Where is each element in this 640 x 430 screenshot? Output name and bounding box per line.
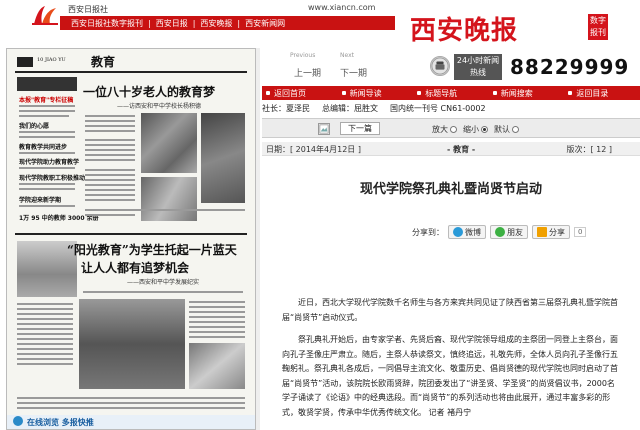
nav-title-guide[interactable]: 标题导航 xyxy=(413,88,489,99)
nav-back-home[interactable]: 返回首页 xyxy=(262,88,338,99)
thumb-photo xyxy=(141,177,197,221)
brand-banner: 西安晚报 数字报刊 xyxy=(398,4,628,46)
section-name: - 教育 - xyxy=(447,145,476,154)
font-small-radio[interactable] xyxy=(481,126,488,133)
thumb-headline-2: “阳光教育”为学生托起一片蓝天 xyxy=(67,243,237,257)
article-toolbar: 下一篇 放大 缩小 默认 xyxy=(262,118,640,138)
site-header: 西安日报社 www.xiancn.com 西安日报社数字报刊 | 西安日报 | … xyxy=(0,0,640,48)
share-bar: 分享到： 微博 朋友 分享 0 xyxy=(412,224,587,240)
issue-navigation: Previous Next 上一期 下一期 xyxy=(290,52,400,82)
article-body: 近日，西北大学现代学院数千名师生与各方来宾共同见证了陕西省第三届祭孔典礼暨学院首… xyxy=(282,296,622,428)
ad-text: 在线浏览 多报快推 xyxy=(27,418,94,427)
issn-text: 国内统一刊号 CN61-0002 xyxy=(390,104,486,113)
news-hotline: 24小时新闻热线 88229999 xyxy=(430,52,640,84)
article-paragraph: 祭孔典礼开始后，由专家学者、先贤后裔、现代学院领导组成的主祭团一同登上主祭台，面… xyxy=(282,335,618,417)
article-title: 现代学院祭孔典礼暨尚贤节启动 xyxy=(359,182,542,197)
issue-date: 日期：[ 2014年4月12日 ] xyxy=(266,145,361,154)
thumb-headline-1: 一位八十岁老人的教育梦 xyxy=(83,85,216,99)
nav-xian-daily[interactable]: 西安日报 xyxy=(151,18,193,29)
nav-xian-evening[interactable]: 西安晚报 xyxy=(195,18,237,29)
site-name: 西安日报社 xyxy=(68,5,108,14)
thumb-blurb: 现代学院助力教育教学 xyxy=(19,159,80,166)
friends-icon xyxy=(495,227,505,237)
thumb-photo xyxy=(141,113,197,173)
thumb-subhead-1: ——访西安和平中学校长杨积德 xyxy=(117,103,202,110)
nav-digital-newspapers[interactable]: 西安日报社数字报刊 xyxy=(66,18,148,29)
thumb-blurb: 现代学院教职工积极推动 xyxy=(19,175,86,182)
font-default-option[interactable]: 默认 xyxy=(494,124,519,135)
brand-title: 西安晚报 xyxy=(410,16,519,46)
ad-logo-icon xyxy=(13,416,23,426)
next-issue-link[interactable]: 下一期 xyxy=(340,66,367,79)
share-weibo-button[interactable]: 微博 xyxy=(448,225,486,239)
thumb-page-no: 10 JIAO YU xyxy=(37,57,66,63)
phone-icon xyxy=(430,56,450,76)
thumb-section: 教育 xyxy=(91,55,116,69)
top-nav: 西安日报社数字报刊 | 西安日报 | 西安晚报 | 西安新闻网 xyxy=(60,16,395,30)
thumb-bottom-ad: 在线浏览 多报快推 xyxy=(7,415,255,429)
nav-back-catalog[interactable]: 返回目录 xyxy=(564,88,640,99)
editor-text: 总编辑：屈胜文 xyxy=(322,104,378,113)
hotline-label: 24小时新闻热线 xyxy=(454,54,502,80)
site-url: www.xiancn.com xyxy=(308,3,376,12)
thumb-subhead-3: ——西安和平中学发展纪实 xyxy=(127,279,200,286)
page-number-block xyxy=(17,57,33,67)
nav-news-search[interactable]: 新闻搜索 xyxy=(489,88,565,99)
share-more-button[interactable]: 分享 xyxy=(532,225,570,239)
font-default-radio[interactable] xyxy=(512,126,519,133)
prev-small-label: Previous xyxy=(290,52,316,59)
share-count: 0 xyxy=(574,227,587,237)
next-article-button[interactable]: 下一篇 xyxy=(340,122,380,135)
thumb-photo xyxy=(189,343,245,389)
weibo-icon xyxy=(453,227,463,237)
newspaper-page-thumbnail[interactable]: 10 JIAO YU 教育 本报"教育"专栏征稿 我们的心愿 教育教学共同进步 … xyxy=(6,48,256,430)
edition-number: 版次：[ 12 ] xyxy=(566,145,612,154)
font-size-controls: 放大 缩小 默认 xyxy=(432,124,519,135)
thumb-photo xyxy=(79,299,185,389)
image-view-icon[interactable] xyxy=(318,123,330,135)
date-bar: 日期：[ 2014年4月12日 ] - 教育 - 版次：[ 12 ] xyxy=(262,142,640,156)
nav-news-guide[interactable]: 新闻导读 xyxy=(338,88,414,99)
article-paragraph: 近日，西北大学现代学院数千名师生与各方来宾共同见证了陕西省第三届祭孔典礼暨学院首… xyxy=(282,298,618,322)
publisher-text: 社长：夏泽民 xyxy=(262,104,310,113)
share-friends-button[interactable]: 朋友 xyxy=(490,225,528,239)
thumb-headline-3: 让人人都有追梦机会 xyxy=(81,261,190,275)
share-label: 分享到： xyxy=(412,227,444,237)
star-icon xyxy=(537,227,547,237)
nav-xian-news[interactable]: 西安新闻网 xyxy=(240,18,290,29)
sub-nav: 返回首页 新闻导读 标题导航 新闻搜索 返回目录 xyxy=(262,86,640,100)
hotline-number: 88229999 xyxy=(510,55,630,79)
font-large-radio[interactable] xyxy=(450,126,457,133)
font-large-option[interactable]: 放大 xyxy=(432,124,457,135)
font-small-option[interactable]: 缩小 xyxy=(463,124,488,135)
thumb-blurb: 学院迎来新学期 xyxy=(19,197,62,204)
next-small-label: Next xyxy=(340,52,354,59)
thumb-blurb: 我们的心愿 xyxy=(19,123,50,130)
thumbnail-scrollbar[interactable] xyxy=(256,48,260,430)
brand-badge: 数字报刊 xyxy=(588,14,608,40)
thumb-photo xyxy=(201,113,245,203)
thumb-blurb: 教育教学共同进步 xyxy=(19,144,68,151)
xian-daily-logo-icon xyxy=(32,6,58,25)
previous-issue-link[interactable]: 上一期 xyxy=(294,66,321,79)
thumb-blurb: 本报"教育"专栏征稿 xyxy=(19,97,74,104)
masthead-info: 社长：夏泽民 总编辑：屈胜文 国内统一刊号 CN61-0002 xyxy=(262,103,640,114)
